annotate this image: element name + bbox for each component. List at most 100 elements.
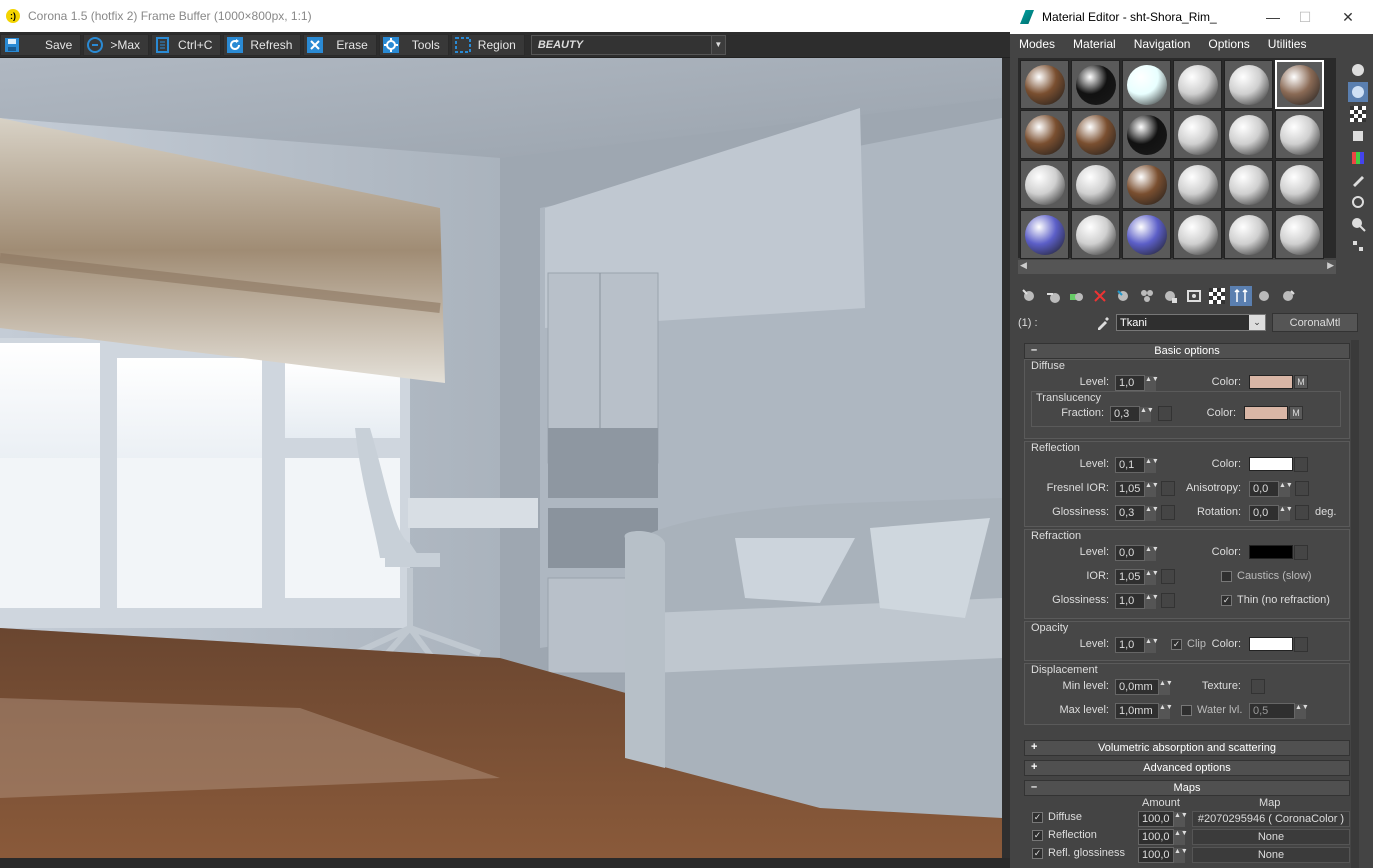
translucency-map-button[interactable]: M xyxy=(1289,406,1303,420)
menu-modes[interactable]: Modes xyxy=(1019,37,1055,51)
map-reflection-checkbox[interactable]: ✓ xyxy=(1032,830,1043,841)
material-sample-slot[interactable] xyxy=(1224,160,1273,209)
anisotropy-spinner[interactable]: 0,0 ▲▼ xyxy=(1249,481,1293,497)
get-material-icon[interactable] xyxy=(1018,286,1040,306)
material-sample-slot[interactable] xyxy=(1020,160,1069,209)
refl-level-spinner[interactable]: 0,1 ▲▼ xyxy=(1115,457,1159,473)
material-sample-slot[interactable] xyxy=(1173,210,1222,259)
sample-slots-scrollbar[interactable]: ◀ ▶ xyxy=(1018,260,1336,274)
material-name-field[interactable]: Tkani ⌄ xyxy=(1116,314,1266,331)
material-sample-slot[interactable] xyxy=(1275,160,1324,209)
refl-color-map-button[interactable] xyxy=(1294,457,1308,472)
sample-type-icon[interactable] xyxy=(1348,60,1368,80)
menu-options[interactable]: Options xyxy=(1208,37,1249,51)
menu-navigation[interactable]: Navigation xyxy=(1134,37,1191,51)
max-level-spinner[interactable]: 1,0mm ▲▼ xyxy=(1115,703,1173,719)
refr-gloss-spinner[interactable]: 1,0 ▲▼ xyxy=(1115,593,1159,609)
frame-buffer-titlebar[interactable]: :) Corona 1.5 (hotfix 2) Frame Buffer (1… xyxy=(0,0,1010,32)
material-sample-slot[interactable] xyxy=(1020,210,1069,259)
fresnel-ior-spinner[interactable]: 1,05 ▲▼ xyxy=(1115,481,1159,497)
refl-color-swatch[interactable] xyxy=(1249,457,1293,471)
advanced-rollout-header[interactable]: + Advanced options xyxy=(1024,760,1350,776)
ior-map-button[interactable] xyxy=(1161,569,1175,584)
chevron-right-icon[interactable]: ▶ xyxy=(1327,260,1334,271)
material-sample-slot[interactable] xyxy=(1275,210,1324,259)
ior-spinner[interactable]: 1,05 ▲▼ xyxy=(1115,569,1159,585)
show-background-icon[interactable] xyxy=(1206,286,1228,306)
map-reflection-amount[interactable]: 100,0 ▲▼ xyxy=(1138,829,1188,845)
map-diffuse-amount[interactable]: 100,0 ▲▼ xyxy=(1138,811,1188,827)
background-checker-icon[interactable] xyxy=(1348,104,1368,124)
material-sample-slot[interactable] xyxy=(1122,160,1171,209)
opacity-color-swatch[interactable] xyxy=(1249,637,1293,651)
put-to-scene-icon[interactable] xyxy=(1042,286,1064,306)
menu-utilities[interactable]: Utilities xyxy=(1268,37,1307,51)
maps-rollout-header[interactable]: – Maps xyxy=(1024,780,1350,796)
diffuse-map-button[interactable]: M xyxy=(1294,375,1308,389)
clip-checkbox[interactable]: ✓ xyxy=(1171,639,1182,650)
put-to-library-icon[interactable] xyxy=(1136,286,1158,306)
make-unique-icon[interactable] xyxy=(1112,286,1134,306)
go-forward-sibling-icon[interactable] xyxy=(1277,286,1299,306)
erase-button[interactable]: Erase xyxy=(303,33,377,56)
refr-color-map-button[interactable] xyxy=(1294,545,1308,560)
material-type-button[interactable]: CoronaMtl xyxy=(1272,313,1358,332)
render-pass-select[interactable]: BEAUTY ▼ xyxy=(530,34,726,55)
refr-gloss-map-button[interactable] xyxy=(1161,593,1175,608)
map-reflection-slot[interactable]: None xyxy=(1192,829,1350,845)
material-editor-titlebar[interactable]: Material Editor - sht-Shora_Rim_ — ☐ ✕ xyxy=(1010,0,1373,34)
material-sample-slot[interactable] xyxy=(1224,210,1273,259)
map-diffuse-slot[interactable]: #2070295946 ( CoronaColor ) xyxy=(1192,811,1350,827)
material-sample-slot[interactable] xyxy=(1122,210,1171,259)
material-sample-slot[interactable] xyxy=(1275,110,1324,159)
material-sample-slot[interactable] xyxy=(1122,60,1171,109)
opacity-level-spinner[interactable]: 1,0 ▲▼ xyxy=(1115,637,1159,653)
material-sample-slot[interactable] xyxy=(1071,60,1120,109)
chevron-down-icon[interactable]: ⌄ xyxy=(1249,315,1265,330)
material-sample-slot[interactable] xyxy=(1020,60,1069,109)
refresh-button[interactable]: Refresh xyxy=(223,33,302,56)
go-to-parent-icon[interactable] xyxy=(1253,286,1275,306)
basic-options-rollout-header[interactable]: – Basic options xyxy=(1024,343,1350,359)
map-diffuse-checkbox[interactable]: ✓ xyxy=(1032,812,1043,823)
material-sample-slot[interactable] xyxy=(1122,110,1171,159)
tools-button[interactable]: Tools xyxy=(378,33,449,56)
map-refl-gloss-amount[interactable]: 100,0 ▲▼ xyxy=(1138,847,1188,863)
refr-level-spinner[interactable]: 0,0 ▲▼ xyxy=(1115,545,1159,561)
options-icon[interactable] xyxy=(1348,192,1368,212)
assign-to-selection-icon[interactable] xyxy=(1065,286,1087,306)
material-sample-slot[interactable] xyxy=(1173,60,1222,109)
reset-map-icon[interactable] xyxy=(1089,286,1111,306)
material-sample-slot[interactable] xyxy=(1224,60,1273,109)
frame-buffer-scrollbar[interactable] xyxy=(1002,58,1010,858)
material-sample-slot[interactable] xyxy=(1020,110,1069,159)
opacity-map-button[interactable] xyxy=(1294,637,1308,652)
close-button[interactable]: ✕ xyxy=(1328,0,1368,34)
backlight-icon[interactable] xyxy=(1348,82,1368,102)
volumetric-rollout-header[interactable]: + Volumetric absorption and scattering xyxy=(1024,740,1350,756)
thin-checkbox[interactable]: ✓ xyxy=(1221,595,1232,606)
rotation-spinner[interactable]: 0,0 ▲▼ xyxy=(1249,505,1293,521)
fraction-map-button[interactable] xyxy=(1158,406,1172,421)
material-sample-slot[interactable] xyxy=(1275,60,1324,109)
material-sample-slot[interactable] xyxy=(1173,110,1222,159)
sample-uv-tiling-icon[interactable] xyxy=(1348,126,1368,146)
material-sample-slot[interactable] xyxy=(1071,210,1120,259)
save-button[interactable]: Save xyxy=(0,33,82,56)
material-id-channel-icon[interactable] xyxy=(1159,286,1181,306)
diffuse-level-spinner[interactable]: 1,0 ▲▼ xyxy=(1115,375,1159,391)
make-preview-icon[interactable] xyxy=(1348,170,1368,190)
maximize-button[interactable]: ☐ xyxy=(1285,0,1325,34)
map-refl-gloss-checkbox[interactable]: ✓ xyxy=(1032,848,1043,859)
chevron-left-icon[interactable]: ◀ xyxy=(1020,260,1027,271)
min-level-spinner[interactable]: 0,0mm ▲▼ xyxy=(1115,679,1173,695)
rotation-map-button[interactable] xyxy=(1295,505,1309,520)
region-button[interactable]: Region xyxy=(450,33,525,56)
fraction-spinner[interactable]: 0,3 ▲▼ xyxy=(1110,406,1154,422)
select-by-material-icon[interactable] xyxy=(1348,214,1368,234)
send-to-max-button[interactable]: >Max xyxy=(83,33,150,56)
refl-gloss-spinner[interactable]: 0,3 ▲▼ xyxy=(1115,505,1159,521)
water-level-spinner[interactable]: 0,5 ▲▼ xyxy=(1249,703,1309,719)
menu-material[interactable]: Material xyxy=(1073,37,1116,51)
material-map-navigator-icon[interactable] xyxy=(1348,236,1368,256)
